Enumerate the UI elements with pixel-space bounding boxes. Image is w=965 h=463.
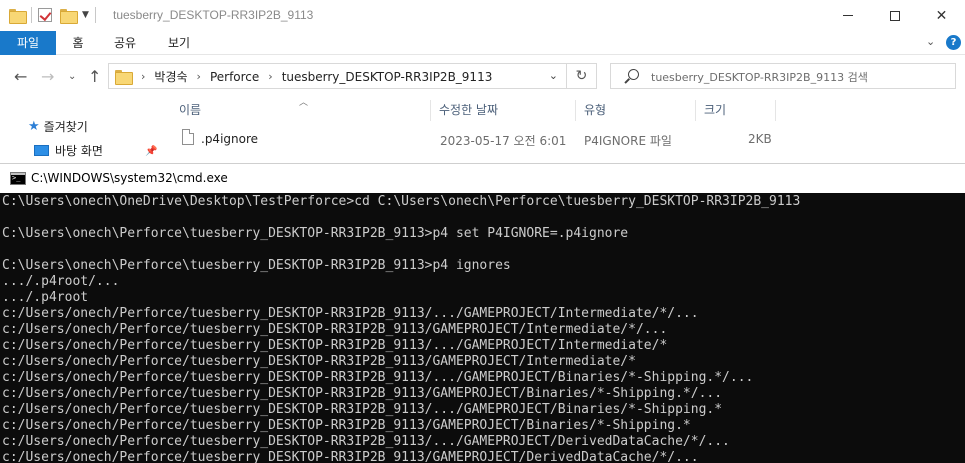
cmd-title-bar: C:\WINDOWS\system32\cmd.exe [0, 163, 965, 193]
console-line: c:/Users/onech/Perforce/tuesberry_DESKTO… [2, 402, 723, 417]
column-divider[interactable] [775, 100, 776, 121]
search-icon [628, 69, 639, 80]
folder-icon [115, 70, 133, 85]
window-title: tuesberry_DESKTOP-RR3IP2B_9113 [113, 8, 314, 22]
console-line: c:/Users/onech/Perforce/tuesberry_DESKTO… [2, 370, 754, 385]
file-explorer-window: ▼ tuesberry_DESKTOP-RR3IP2B_9113 ✕ 파일 홈 … [0, 0, 965, 163]
file-size: 2KB [748, 132, 772, 146]
column-header-type[interactable]: 유형 [584, 98, 606, 123]
expand-ribbon-chevron-icon[interactable]: ⌄ [926, 35, 935, 48]
maximize-icon [889, 10, 900, 21]
minimize-icon [842, 15, 853, 16]
pin-icon[interactable]: 📌 [145, 146, 157, 157]
console-line: c:/Users/onech/Perforce/tuesberry_DESKTO… [2, 338, 668, 353]
breadcrumb-item-user[interactable]: 박경숙 [154, 68, 187, 85]
console-line: C:\Users\onech\OneDrive\Desktop\TestPerf… [2, 194, 801, 209]
console-line: c:/Users/onech/Perforce/tuesberry_DESKTO… [2, 386, 723, 401]
help-icon[interactable]: ? [946, 35, 961, 50]
search-placeholder: tuesberry_DESKTOP-RR3IP2B_9113 검색 [651, 71, 868, 84]
breadcrumb-chevron-icon[interactable]: › [141, 70, 145, 83]
close-button[interactable]: ✕ [918, 0, 965, 31]
file-list: ︿ 이름 수정한 날짜 유형 크기 .p4ignore 2023-05-17 오… [163, 98, 965, 163]
console-line: c:/Users/onech/Perforce/tuesberry_DESKTO… [2, 306, 699, 321]
tab-share[interactable]: 공유 [108, 31, 142, 55]
minimize-button[interactable] [824, 0, 871, 31]
up-arrow-icon[interactable]: ↑ [88, 67, 101, 86]
sort-ascending-icon: ︿ [299, 98, 309, 108]
breadcrumb-chevron-icon[interactable]: › [197, 70, 201, 83]
console-line: .../.p4root/... [2, 274, 120, 289]
ribbon-tabs: 파일 홈 공유 보기 ⌄ ? [0, 31, 965, 55]
console-line: .../.p4root [2, 290, 89, 305]
refresh-icon: ↻ [575, 68, 588, 84]
address-row: ← → ⌄ ↑ › 박경숙 › Perforce › tuesberry_DES… [0, 55, 965, 98]
new-folder-icon[interactable] [60, 8, 78, 24]
file-icon [182, 129, 194, 145]
desktop-icon [34, 145, 49, 156]
console-line: c:/Users/onech/Perforce/tuesberry_DESKTO… [2, 322, 668, 337]
nav-item-favorites[interactable]: ★ 즐겨찾기 [28, 118, 88, 135]
recent-locations-chevron-icon[interactable]: ⌄ [68, 71, 76, 82]
address-bar[interactable]: › 박경숙 › Perforce › tuesberry_DESKTOP-RR3… [108, 63, 567, 89]
file-modified: 2023-05-17 오전 6:01 [440, 134, 567, 148]
star-icon: ★ [28, 119, 40, 134]
file-type: P4IGNORE 파일 [584, 134, 672, 148]
column-header-name[interactable]: 이름 [179, 98, 201, 123]
navigation-pane: ★ 즐겨찾기 바탕 화면 [0, 98, 163, 163]
breadcrumb: › 박경숙 › Perforce › tuesberry_DESKTOP-RR3… [115, 68, 492, 85]
console-output[interactable]: C:\Users\onech\OneDrive\Desktop\TestPerf… [0, 193, 965, 463]
column-divider[interactable] [430, 100, 431, 121]
forward-arrow-icon[interactable]: → [41, 67, 54, 86]
console-line: c:/Users/onech/Perforce/tuesberry_DESKTO… [2, 450, 699, 463]
maximize-button[interactable] [871, 0, 918, 31]
column-header-size[interactable]: 크기 [704, 98, 726, 123]
breadcrumb-item-perforce[interactable]: Perforce [210, 70, 259, 84]
tab-file[interactable]: 파일 [0, 31, 56, 55]
column-header-modified[interactable]: 수정한 날짜 [439, 98, 498, 123]
nav-item-label: 즐겨찾기 [43, 120, 88, 134]
file-name: .p4ignore [201, 132, 259, 146]
quick-access-toolbar: ▼ [9, 7, 102, 24]
nav-item-label: 바탕 화면 [55, 144, 103, 158]
breadcrumb-chevron-icon[interactable]: › [268, 70, 272, 83]
file-row[interactable]: .p4ignore 2023-05-17 오전 6:01 P4IGNORE 파일… [163, 128, 965, 150]
column-divider[interactable] [695, 100, 696, 121]
console-line: C:\Users\onech\Perforce\tuesberry_DESKTO… [2, 226, 629, 241]
back-arrow-icon[interactable]: ← [14, 67, 27, 86]
title-bar: ▼ tuesberry_DESKTOP-RR3IP2B_9113 ✕ [0, 0, 965, 31]
toolbar-divider [31, 7, 32, 23]
address-history-chevron-icon[interactable]: ⌄ [549, 69, 558, 82]
properties-icon[interactable] [38, 8, 52, 22]
customize-toolbar-chevron-icon[interactable]: ▼ [82, 10, 89, 20]
toolbar-divider [94, 7, 96, 23]
window-controls: ✕ [824, 0, 965, 31]
console-line: C:\Users\onech\Perforce\tuesberry_DESKTO… [2, 258, 511, 273]
folder-icon [9, 8, 27, 24]
search-input[interactable]: tuesberry_DESKTOP-RR3IP2B_9113 검색 [610, 63, 956, 89]
column-divider[interactable] [575, 100, 576, 121]
console-line: c:/Users/onech/Perforce/tuesberry_DESKTO… [2, 418, 691, 433]
tab-home[interactable]: 홈 [66, 31, 90, 55]
tab-view[interactable]: 보기 [162, 31, 196, 55]
close-icon: ✕ [935, 7, 948, 24]
console-line: c:/Users/onech/Perforce/tuesberry_DESKTO… [2, 434, 730, 449]
breadcrumb-item-workspace[interactable]: tuesberry_DESKTOP-RR3IP2B_9113 [282, 70, 493, 84]
console-line: c:/Users/onech/Perforce/tuesberry_DESKTO… [2, 354, 636, 369]
cmd-window-title: C:\WINDOWS\system32\cmd.exe [31, 171, 228, 185]
refresh-button[interactable]: ↻ [567, 63, 597, 89]
console-icon [10, 172, 26, 185]
nav-item-desktop[interactable]: 바탕 화면 [34, 142, 103, 159]
